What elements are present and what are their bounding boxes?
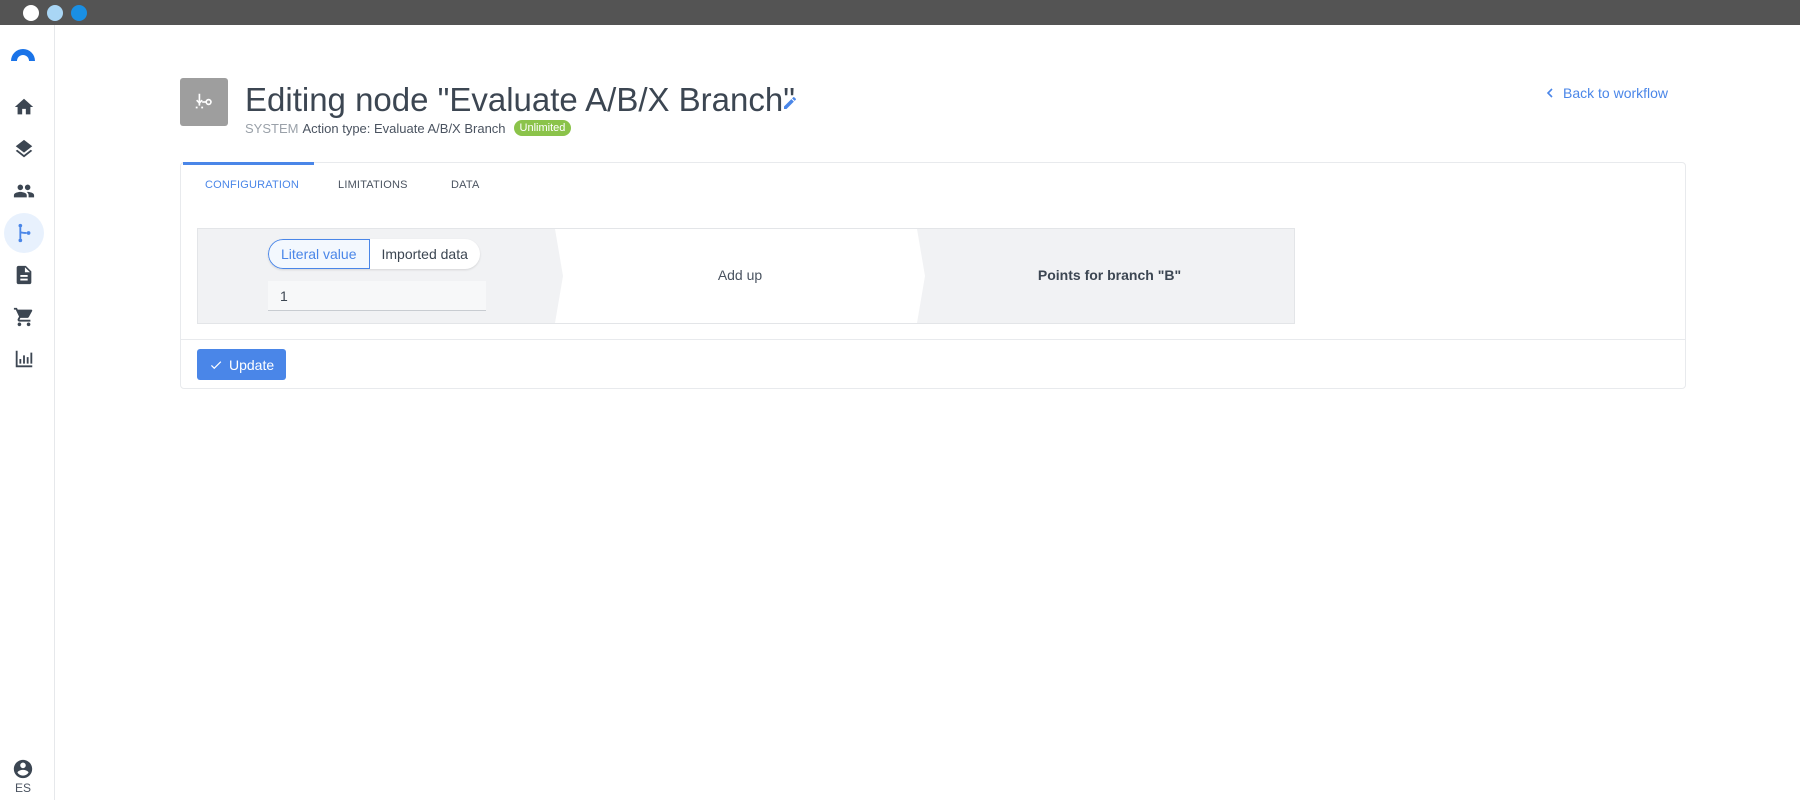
page-title: Editing node "Evaluate A/B/X Branch" — [245, 81, 795, 118]
chart-icon — [15, 350, 33, 368]
configuration-flow: Literal value Imported data Add up Point… — [197, 228, 1295, 324]
literal-value-option[interactable]: Literal value — [268, 239, 370, 269]
update-button[interactable]: Update — [197, 349, 287, 380]
node-subtitle: SYSTEM Action type: Evaluate A/B/X Branc… — [245, 120, 572, 136]
sidebar-item-documents[interactable] — [4, 255, 44, 295]
sidebar-item-people[interactable] — [4, 171, 44, 211]
sidebar-item-store[interactable] — [4, 297, 44, 337]
sidebar-item-layers[interactable] — [4, 129, 44, 169]
tab-configuration[interactable]: CONFIGURATION — [205, 179, 299, 191]
window-titlebar — [0, 0, 1800, 25]
panel-footer: Update — [181, 339, 1685, 389]
update-button-label: Update — [229, 356, 275, 373]
branch-node-icon — [195, 93, 212, 109]
node-editor-panel: CONFIGURATION LIMITATIONS DATA Literal v… — [180, 162, 1686, 389]
window-control-close[interactable] — [23, 5, 39, 21]
node-type-icon — [180, 78, 228, 126]
action-type-label: Action type: Evaluate A/B/X Branch — [302, 120, 506, 136]
cart-icon — [13, 307, 33, 327]
chevron-left-icon — [1546, 88, 1553, 98]
system-label: SYSTEM — [245, 120, 299, 136]
app-logo-icon[interactable] — [9, 45, 37, 61]
sidebar-item-reports[interactable] — [4, 339, 44, 379]
window-control-maximize[interactable] — [71, 5, 87, 21]
account-circle-icon — [13, 759, 33, 779]
people-icon — [13, 184, 35, 198]
limit-badge: Unlimited — [513, 120, 572, 136]
layers-icon — [15, 139, 33, 158]
sidebar: ES — [0, 25, 55, 800]
literal-value-input[interactable] — [268, 281, 486, 311]
user-menu[interactable]: ES — [8, 758, 38, 795]
source-toggle: Literal value Imported data — [268, 239, 480, 269]
edit-pencil-icon[interactable] — [782, 95, 798, 111]
window-control-minimize[interactable] — [47, 5, 63, 21]
tab-bar: CONFIGURATION LIMITATIONS DATA — [181, 163, 1685, 208]
tab-limitations[interactable]: LIMITATIONS — [338, 179, 408, 191]
check-icon — [210, 360, 222, 369]
back-to-workflow-link[interactable]: Back to workflow — [1545, 85, 1668, 101]
operation-label[interactable]: Add up — [555, 267, 925, 283]
sidebar-item-workflows[interactable] — [4, 213, 44, 253]
back-link-label: Back to workflow — [1563, 85, 1669, 101]
tab-data[interactable]: DATA — [451, 179, 480, 191]
sidebar-item-home[interactable] — [4, 87, 44, 127]
user-initials: ES — [14, 781, 31, 795]
imported-data-option[interactable]: Imported data — [370, 239, 480, 269]
target-label[interactable]: Points for branch "B" — [925, 267, 1294, 283]
document-icon — [16, 265, 32, 285]
workflow-branch-icon — [18, 223, 31, 243]
home-icon — [14, 98, 34, 115]
